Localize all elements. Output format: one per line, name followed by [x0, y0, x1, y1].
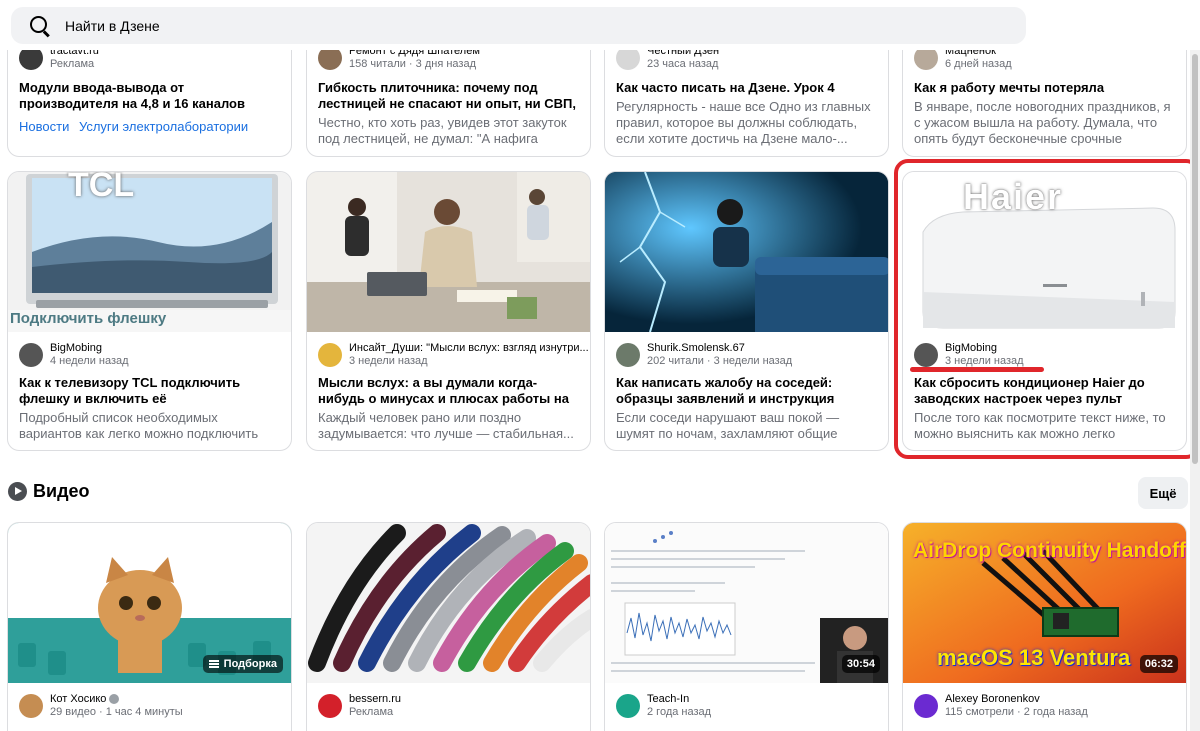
channel-name[interactable]: Инсайт_Души: "Мысли вслух: взгляд изнутр…: [349, 342, 589, 355]
top-bar: [0, 0, 1200, 50]
video-thumbnail[interactable]: 30:54: [605, 523, 888, 683]
article-thumbnail[interactable]: [605, 172, 888, 332]
ad-links: Новости Услуги электролаборатории: [19, 119, 254, 134]
video-duration: 30:54: [841, 655, 880, 673]
article-thumbnail[interactable]: TCL Подключить флешку: [8, 172, 291, 332]
article-thumbnail[interactable]: Haier: [903, 172, 1186, 332]
card-title[interactable]: Как часто писать на Дзене. Урок 4: [616, 80, 876, 96]
card-subline: Реклама: [50, 58, 95, 70]
article-card-tcl[interactable]: TCL Подключить флешку BigMobing 4 недели…: [7, 171, 292, 451]
card-meta: Кот Хосико 29 видео · 1 час 4 минуты: [19, 693, 183, 719]
thumb-overlay-top: AirDrop Continuity Handoff: [913, 539, 1186, 562]
thumb-brand-text: TCL: [68, 172, 135, 204]
video-card-teach-in[interactable]: 30:54 Teach-In 2 года назад: [604, 522, 889, 731]
ad-link-services[interactable]: Услуги электролаборатории: [79, 119, 248, 134]
office-photo: [307, 172, 590, 332]
avatar: [318, 694, 342, 718]
search-icon[interactable]: [29, 15, 51, 37]
article-card-work[interactable]: Инсайт_Души: "Мысли вслух: взгляд изнутр…: [306, 171, 591, 451]
video-section-header: Видео: [8, 481, 90, 502]
video-thumbnail[interactable]: Подборка: [8, 523, 291, 683]
article-thumbnail[interactable]: [307, 172, 590, 332]
video-thumbnail[interactable]: [307, 523, 590, 683]
card-title[interactable]: Как я работу мечты потеряла: [914, 80, 1174, 96]
search-input[interactable]: [65, 17, 965, 34]
card-meta: Alexey Boronenkov 115 смотрели · 2 года …: [914, 693, 1088, 719]
card-title[interactable]: Как сбросить кондиционер Haier до заводс…: [914, 375, 1174, 407]
video-thumbnail[interactable]: AirDrop Continuity Handoff macOS 13 Vent…: [903, 523, 1186, 683]
card-meta: BigMobing 4 недели назад: [19, 342, 129, 368]
card-meta: bessern.ru Реклама: [318, 693, 401, 719]
section-title: Видео: [33, 481, 90, 501]
card-subline: 6 дней назад: [945, 58, 1012, 70]
video-play-icon: [8, 482, 27, 501]
thumb-brand-text: Haier: [963, 176, 1064, 217]
card-title[interactable]: Мысли вслух: а вы думали когда-нибудь о …: [318, 375, 578, 407]
red-underline-mark: [910, 367, 1044, 372]
verified-icon: [109, 694, 120, 705]
more-videos-button[interactable]: Ещё: [1138, 477, 1188, 509]
avatar: [318, 343, 342, 367]
card-subline: 29 видео · 1 час 4 минуты: [50, 706, 183, 718]
card-title[interactable]: Как к телевизору TCL подключить флешку и…: [19, 375, 279, 407]
card-title[interactable]: Гибкость плиточника: почему под лестнице…: [318, 80, 578, 112]
collection-badge: Подборка: [202, 655, 283, 673]
card-subline: 3 недели назад: [349, 355, 428, 367]
dzen-feed-page: tractavt.ru Реклама Модули ввода-вывода …: [0, 0, 1200, 731]
card-meta: BigMobing 3 недели назад: [914, 342, 1024, 368]
card-description: Если соседи нарушают ваш покой — шумят п…: [616, 410, 840, 441]
tv-illustration: [8, 174, 291, 332]
card-description: Подробный список необходимых вариантов к…: [19, 410, 259, 441]
avatar: [19, 343, 43, 367]
channel-name[interactable]: BigMobing: [50, 342, 129, 355]
card-title[interactable]: Модули ввода-вывода от производителя на …: [19, 80, 279, 112]
video-duration: 06:32: [1139, 655, 1178, 673]
channel-name[interactable]: Alexey Boronenkov: [945, 693, 1088, 706]
cables-photo: [307, 523, 590, 683]
avatar: [616, 343, 640, 367]
card-description: В январе, после новогодних праздников, я…: [914, 99, 1171, 146]
list-icon: [208, 660, 219, 668]
article-card-neighbours[interactable]: Shurik.Smolensk.67 202 читали · 3 недели…: [604, 171, 889, 451]
video-card-airdrop[interactable]: AirDrop Continuity Handoff macOS 13 Vent…: [902, 522, 1187, 731]
card-subline: 2 года назад: [647, 706, 712, 718]
card-subline: 23 часа назад: [647, 58, 719, 70]
channel-name[interactable]: Кот Хосико: [50, 693, 183, 706]
thumb-overlay-bottom: macOS 13 Ventura: [937, 645, 1131, 670]
badge-label: Подборка: [223, 658, 277, 670]
card-description: После того как посмотрите текст ниже, то…: [914, 410, 1166, 441]
card-description: Регулярность - наше все Одно из главных …: [616, 99, 871, 146]
card-subline: 4 недели назад: [50, 355, 129, 367]
dark-room-photo: [605, 172, 888, 332]
thumb-caption: Подключить флешку: [10, 310, 167, 327]
scrollbar-thumb[interactable]: [1192, 54, 1198, 464]
card-title[interactable]: Как написать жалобу на соседей: образцы …: [616, 375, 876, 407]
card-subline: 202 читали · 3 недели назад: [647, 355, 793, 367]
ad-link-news[interactable]: Новости: [19, 119, 69, 134]
avatar: [914, 343, 938, 367]
avatar: [616, 694, 640, 718]
card-description: Честно, кто хоть раз, увидев этот закуто…: [318, 115, 567, 146]
video-card-cables[interactable]: bessern.ru Реклама: [306, 522, 591, 731]
card-subline: 158 читали · 3 дня назад: [349, 58, 476, 70]
avatar: [19, 694, 43, 718]
card-meta: Инсайт_Души: "Мысли вслух: взгляд изнутр…: [318, 342, 589, 368]
card-meta: Shurik.Smolensk.67 202 читали · 3 недели…: [616, 342, 792, 368]
card-description: Каждый человек рано или поздно задумывае…: [318, 410, 574, 441]
channel-name[interactable]: bessern.ru: [349, 693, 401, 706]
channel-name[interactable]: BigMobing: [945, 342, 1024, 355]
channel-name[interactable]: Teach-In: [647, 693, 711, 706]
video-card-cat[interactable]: Подборка Кот Хосико 29 видео · 1 час 4 м…: [7, 522, 292, 731]
search-bar[interactable]: [11, 7, 1026, 44]
channel-name[interactable]: Shurik.Smolensk.67: [647, 342, 792, 355]
scrollbar[interactable]: [1190, 50, 1200, 731]
card-subline: 115 смотрели · 2 года назад: [945, 706, 1088, 718]
article-card-haier[interactable]: Haier BigMobing 3 недели назад Как сброс…: [902, 171, 1187, 451]
card-subline: Реклама: [349, 706, 394, 718]
card-meta: Teach-In 2 года назад: [616, 693, 711, 719]
avatar: [914, 694, 938, 718]
